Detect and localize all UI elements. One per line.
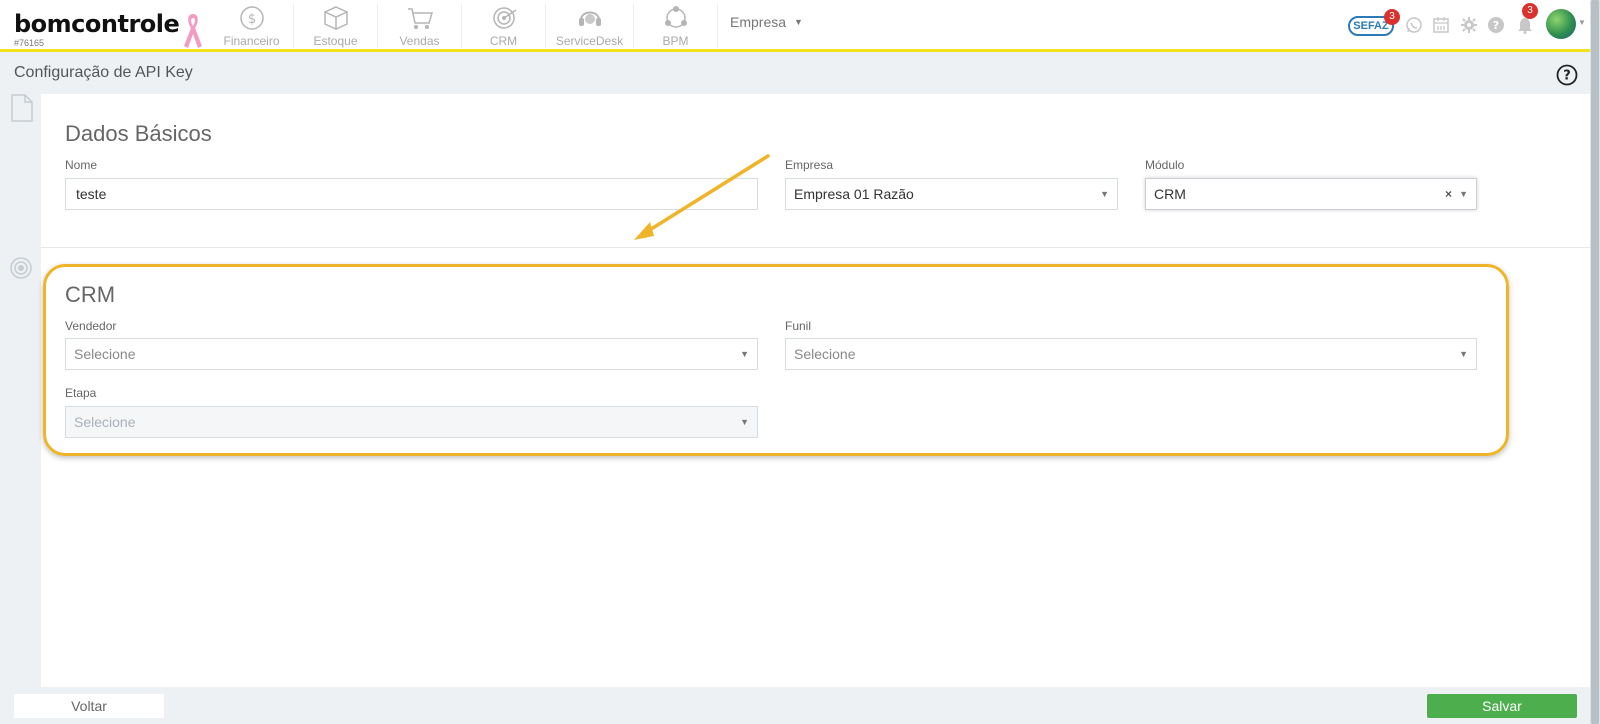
target-icon [492, 7, 516, 29]
nav-financeiro[interactable]: $ Financeiro [210, 4, 294, 48]
save-button[interactable]: Salvar [1427, 694, 1577, 718]
modulo-label: Módulo [1145, 158, 1185, 172]
process-cycle-icon [664, 6, 687, 28]
nav-estoque[interactable]: Estoque [294, 4, 378, 48]
nav-crm[interactable]: CRM [462, 4, 546, 48]
empresa-label: Empresa [785, 158, 834, 172]
sefaz-label: SEFAZ [1353, 20, 1389, 32]
svg-text:$: $ [247, 12, 255, 27]
nome-label: Nome [65, 158, 98, 172]
shopping-cart-icon [407, 8, 433, 29]
target-icon [10, 257, 32, 279]
nav-bpm[interactable]: BPM [634, 4, 718, 48]
caret-down-icon: ▼ [794, 17, 803, 27]
whatsapp-icon[interactable] [1405, 16, 1423, 34]
section-title-dados-basicos: Dados Básicos [65, 121, 212, 146]
app-logo[interactable]: bomcontrole [14, 10, 180, 38]
svg-text:?: ? [1563, 69, 1571, 84]
pink-ribbon-icon [184, 14, 202, 48]
section-divider [41, 247, 1590, 248]
nav-label: Estoque [313, 34, 358, 48]
nav-label: BPM [662, 34, 689, 48]
caret-down-icon: ▼ [1578, 18, 1586, 27]
nav-label: Vendas [399, 34, 440, 48]
empresa-select[interactable]: Empresa 01 Razão ▼ [785, 178, 1118, 210]
modulo-select[interactable]: CRM × ▼ [1145, 178, 1477, 210]
page-title: Configuração de API Key [14, 64, 193, 81]
sefaz-badge: 3 [1384, 9, 1400, 25]
nav-label: CRM [489, 34, 518, 48]
scrollbar-thumb[interactable] [1591, 0, 1599, 724]
dollar-coin-icon: $ [239, 6, 264, 30]
scrollbar-track[interactable] [1590, 0, 1600, 724]
box-icon [323, 6, 348, 30]
gear-icon[interactable] [1460, 16, 1478, 34]
clear-icon[interactable]: × [1445, 179, 1452, 209]
chevron-down-icon: ▼ [1100, 189, 1109, 199]
document-icon [11, 94, 33, 122]
back-button[interactable]: Voltar [14, 694, 164, 718]
highlight-annotation [43, 264, 1509, 456]
top-navbar: bomcontrole #76165 $ Financeiro Estoque … [0, 0, 1590, 52]
calendar-icon[interactable] [1432, 16, 1450, 34]
nav-vendas[interactable]: Vendas [378, 4, 462, 48]
nav-label: Financeiro [223, 34, 280, 48]
empresa-select-value: Empresa 01 Razão [794, 186, 914, 202]
chevron-down-icon: ▼ [1459, 189, 1468, 199]
empresa-menu-label: Empresa [730, 14, 787, 30]
nav-label: ServiceDesk [555, 34, 624, 48]
avatar[interactable] [1546, 9, 1576, 39]
headset-icon [578, 11, 601, 26]
annotation-arrow [634, 154, 770, 240]
svg-text:?: ? [1493, 19, 1499, 32]
account-id: #76165 [14, 38, 45, 48]
nav-servicedesk[interactable]: ServiceDesk [546, 4, 634, 48]
notification-badge: 3 [1522, 3, 1538, 19]
help-circle-icon[interactable]: ? [1487, 16, 1505, 34]
empresa-menu[interactable]: Empresa ▼ [730, 14, 803, 30]
modulo-select-value: CRM [1154, 186, 1186, 202]
help-icon[interactable]: ? [1556, 64, 1578, 86]
